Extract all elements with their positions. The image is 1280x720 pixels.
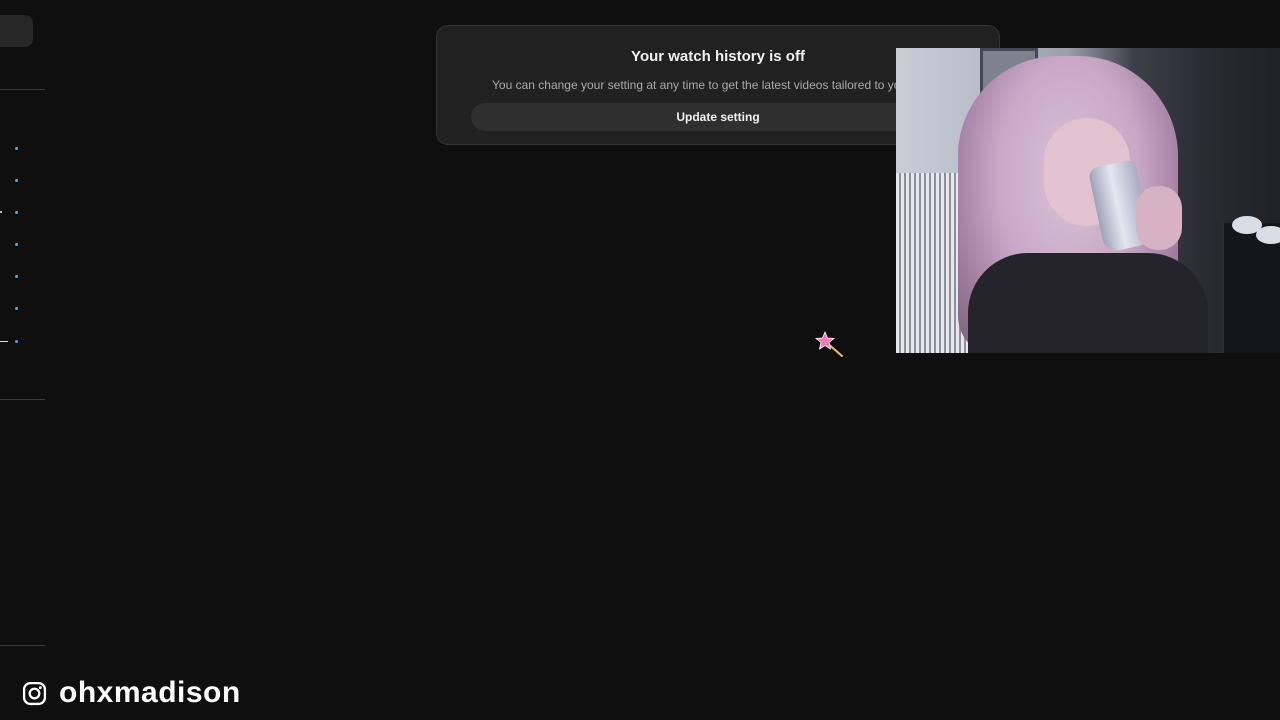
handle-text: ohxmadison [59, 676, 241, 709]
wand-cursor-icon [814, 330, 843, 357]
sidebar-divider [0, 399, 45, 400]
sidebar-tick [0, 341, 8, 342]
sidebar-divider [0, 645, 45, 646]
sidebar-live-dot[interactable] [15, 243, 18, 246]
sidebar-live-dot[interactable] [15, 307, 18, 310]
card-description: You can change your setting at any time … [492, 78, 927, 92]
sidebar-live-dot[interactable] [15, 340, 18, 343]
sidebar-live-dot[interactable] [15, 211, 18, 214]
streamer-shirt [968, 253, 1208, 353]
sidebar-live-dot[interactable] [15, 147, 18, 150]
webcam-overlay [896, 48, 1280, 353]
sidebar-live-dot[interactable] [15, 275, 18, 278]
sidebar-tick [0, 211, 2, 213]
sidebar-active-item[interactable] [0, 15, 33, 47]
disc [1256, 226, 1280, 244]
social-handle: ohxmadison [22, 676, 241, 710]
sidebar-divider [0, 89, 45, 90]
sidebar-live-dot[interactable] [15, 179, 18, 182]
instagram-icon [22, 681, 47, 705]
card-description-text: You can change your setting at any time … [492, 78, 911, 92]
update-setting-button[interactable]: Update setting [471, 103, 965, 131]
streamer-hand [1136, 186, 1182, 250]
